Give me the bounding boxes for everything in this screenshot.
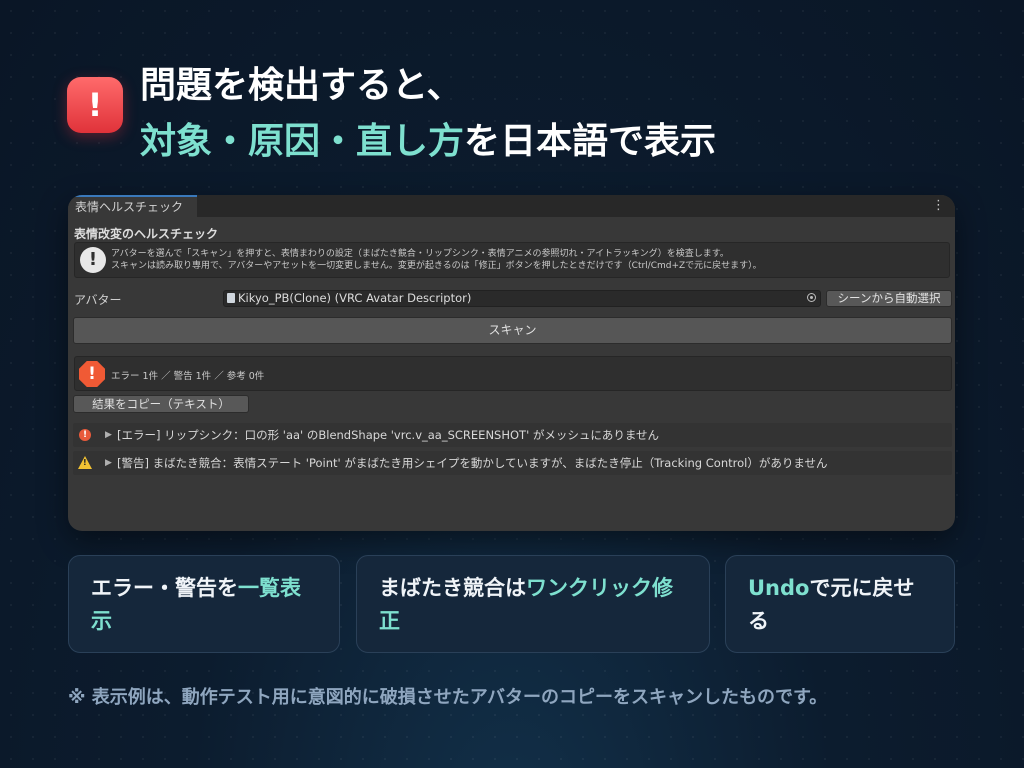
- avatar-object-field[interactable]: Kikyo_PB(Clone) (VRC Avatar Descriptor): [223, 290, 821, 307]
- issue-row-warning[interactable]: ! ▶ [警告] まばたき競合：表情ステート 'Point' がまばたき用シェイ…: [73, 451, 952, 475]
- error-icon: !: [79, 429, 91, 441]
- feature-card-list: エラー・警告を一覧表示: [68, 555, 340, 653]
- avatar-descriptor-icon: [227, 293, 235, 303]
- alert-icon: !: [67, 77, 123, 133]
- help-text: アバターを選んで「スキャン」を押すと、表情まわりの設定（まばたき競合・リップシン…: [111, 248, 762, 272]
- warning-icon: !: [78, 456, 92, 469]
- info-icon: !: [80, 247, 106, 273]
- section-title: 表情改変のヘルスチェック: [74, 227, 219, 241]
- issue-row-error[interactable]: ! ▶ [エラー] リップシンク：口の形 'aa' のBlendShape 'v…: [73, 423, 952, 447]
- kebab-menu-icon[interactable]: ⋮: [932, 197, 945, 215]
- auto-select-button[interactable]: シーンから自動選択: [826, 290, 952, 307]
- tab-health-check[interactable]: 表情ヘルスチェック: [68, 195, 198, 217]
- headline-rest: を日本語で表示: [464, 121, 717, 162]
- help-line-1: アバターを選んで「スキャン」を押すと、表情まわりの設定（まばたき競合・リップシン…: [111, 249, 729, 259]
- headline-line-2: 対象・原因・直し方を日本語で表示: [140, 114, 716, 170]
- avatar-value: Kikyo_PB(Clone) (VRC Avatar Descriptor): [238, 291, 472, 305]
- help-box: ! アバターを選んで「スキャン」を押すと、表情まわりの設定（まばたき競合・リップ…: [74, 242, 950, 278]
- help-line-2: スキャンは読み取り専用で、アバターやアセットを一切変更しません。変更が起きるのは…: [111, 261, 762, 271]
- scan-button[interactable]: スキャン: [73, 317, 952, 344]
- window-tab-bar: 表情ヘルスチェック ⋮: [68, 195, 955, 217]
- issue-text: [警告] まばたき競合：表情ステート 'Point' がまばたき用シェイプを動か…: [117, 456, 828, 470]
- headline: 問題を検出すると、 対象・原因・直し方を日本語で表示: [140, 58, 716, 170]
- avatar-label: アバター: [74, 293, 122, 307]
- headline-line-1: 問題を検出すると、: [140, 65, 463, 106]
- feature-card-one-click-fix: まばたき競合はワンクリック修正: [356, 555, 710, 653]
- footnote: ※ 表示例は、動作テスト用に意図的に破損させたアバターのコピーをスキャンしたもの…: [68, 687, 828, 708]
- feature-card-undo: Undoで元に戻せる: [725, 555, 955, 653]
- health-check-window: 表情ヘルスチェック ⋮ 表情改変のヘルスチェック ! アバターを選んで「スキャン…: [68, 195, 955, 531]
- copy-results-button[interactable]: 結果をコピー（テキスト）: [73, 395, 249, 413]
- object-picker-icon[interactable]: [807, 293, 816, 302]
- error-summary-icon: !: [79, 361, 105, 387]
- summary-box: ! エラー 1件 ／ 警告 1件 ／ 参考 0件: [74, 356, 952, 391]
- expand-arrow-icon[interactable]: ▶: [105, 423, 112, 447]
- summary-counts: エラー 1件 ／ 警告 1件 ／ 参考 0件: [111, 371, 265, 382]
- issue-text: [エラー] リップシンク：口の形 'aa' のBlendShape 'vrc.v…: [117, 428, 660, 442]
- expand-arrow-icon[interactable]: ▶: [105, 451, 112, 475]
- headline-accent: 対象・原因・直し方: [140, 121, 465, 162]
